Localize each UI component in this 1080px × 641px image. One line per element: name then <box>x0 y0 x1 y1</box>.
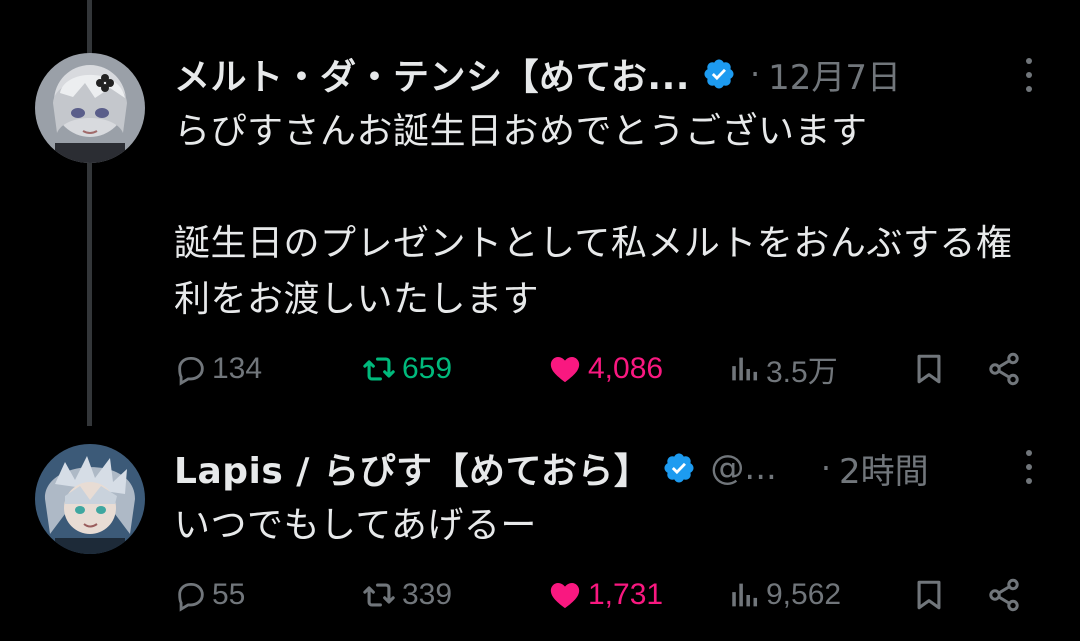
share-button[interactable] <box>986 570 1022 620</box>
display-name[interactable]: Lapis / らぴす【めておら】 <box>174 442 650 494</box>
repost-button[interactable]: 659 <box>360 344 452 394</box>
bookmark-icon <box>917 354 941 384</box>
tweet-paragraph <box>174 160 1040 216</box>
tweet-text: らぴすさんお誕生日おめでとうございます 誕生日のプレゼントとして私メルトをおんぶ… <box>174 104 1040 328</box>
like-button[interactable]: 1,731 <box>546 570 663 620</box>
view-count: 3.5万 <box>766 356 838 389</box>
repost-button[interactable]: 339 <box>360 570 452 620</box>
separator-dot: · <box>820 449 832 487</box>
views-icon <box>732 583 758 607</box>
like-count: 1,731 <box>588 578 664 611</box>
display-name[interactable]: メルト・ダ・テンシ【めてお... <box>174 48 690 100</box>
share-icon <box>989 578 1019 612</box>
repost-count: 339 <box>402 578 453 611</box>
share-icon <box>989 352 1019 386</box>
heart-icon <box>550 356 580 383</box>
reply-icon <box>178 582 204 612</box>
timestamp[interactable]: 2時間 <box>839 444 929 493</box>
reply-count: 134 <box>212 352 263 385</box>
user-handle[interactable]: @... <box>710 448 776 488</box>
like-count: 4,086 <box>588 352 664 385</box>
action-bar: 55 339 1,731 9,562 <box>174 570 1030 620</box>
reply-button[interactable]: 55 <box>174 570 245 620</box>
reply-count: 55 <box>212 578 246 611</box>
views-button[interactable]: 3.5万 <box>728 344 838 394</box>
tweet-paragraph: いつでもしてあげるー <box>174 505 537 546</box>
reply-button[interactable]: 134 <box>174 344 262 394</box>
avatar[interactable] <box>35 53 145 163</box>
heart-icon <box>550 582 580 609</box>
tweet-paragraph: 誕生日のプレゼントとして私メルトをおんぶする権利をお渡しいたします <box>174 223 1013 320</box>
avatar[interactable] <box>35 444 145 554</box>
bookmark-icon <box>917 580 941 610</box>
share-button[interactable] <box>986 344 1022 394</box>
verified-icon <box>704 59 734 89</box>
tweet-paragraph: らぴすさんお誕生日おめでとうございます <box>174 111 868 152</box>
tweet[interactable]: Lapis / らぴす【めておら】 @... · 2時間 いつでもしてあげるー … <box>0 430 1080 641</box>
tweet-text: いつでもしてあげるー <box>174 498 1040 554</box>
repost-count: 659 <box>402 352 453 385</box>
tweet-header: Lapis / らぴす【めておら】 @... · 2時間 <box>174 442 1032 494</box>
bookmark-button[interactable] <box>912 344 946 394</box>
repost-icon <box>363 583 395 607</box>
repost-icon <box>363 357 395 381</box>
views-icon <box>732 357 758 381</box>
action-bar: 134 659 4,086 3.5万 <box>174 344 1030 394</box>
bookmark-button[interactable] <box>912 570 946 620</box>
separator-dot: · <box>749 55 761 93</box>
reply-icon <box>178 356 204 386</box>
tweet[interactable]: メルト・ダ・テンシ【めてお... · 12月7日 らぴすさんお誕生日おめでとうご… <box>0 0 1080 430</box>
timestamp[interactable]: 12月7日 <box>768 50 901 99</box>
more-icon[interactable] <box>1016 450 1042 484</box>
more-icon[interactable] <box>1016 58 1042 92</box>
verified-icon <box>664 453 694 483</box>
like-button[interactable]: 4,086 <box>546 344 663 394</box>
tweet-header: メルト・ダ・テンシ【めてお... · 12月7日 <box>174 48 1032 100</box>
view-count: 9,562 <box>766 578 842 611</box>
views-button[interactable]: 9,562 <box>728 570 841 620</box>
